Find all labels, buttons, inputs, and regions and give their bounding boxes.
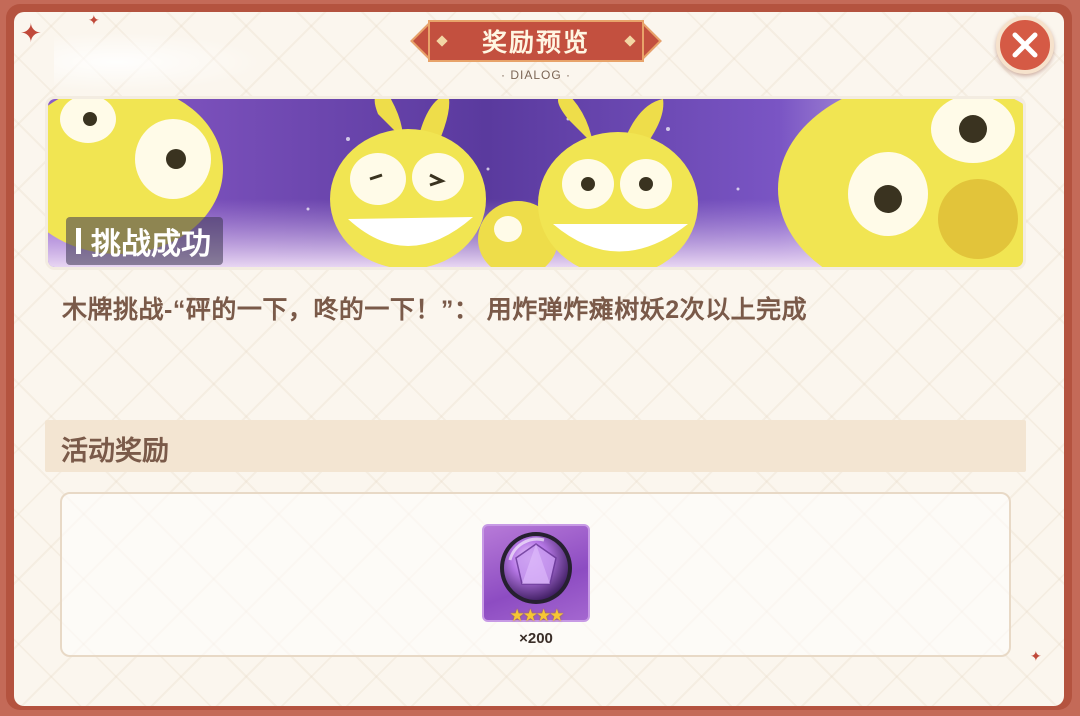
dialog-subtitle: · DIALOG · bbox=[500, 68, 571, 82]
maple-leaf-icon: ✦ bbox=[20, 18, 42, 48]
close-button[interactable] bbox=[996, 16, 1054, 74]
dialog-title: 奖励预览 bbox=[481, 29, 590, 57]
star-rating: ★★★★ bbox=[509, 606, 565, 625]
rewards-section-header: 活动奖励 bbox=[45, 420, 1026, 472]
rewards-section-title: 活动奖励 bbox=[61, 436, 169, 466]
challenge-success-text: 挑战成功 bbox=[91, 228, 211, 261]
ribbon-band: 奖励预览 bbox=[428, 20, 644, 62]
label-bar bbox=[76, 228, 81, 254]
challenge-success-label: 挑战成功 bbox=[66, 217, 223, 265]
maple-leaf-icon: ✦ bbox=[88, 12, 100, 28]
decorative-glow bbox=[54, 32, 264, 92]
maple-leaf-icon: ✦ bbox=[1030, 648, 1042, 664]
reward-quantity: ×200 bbox=[519, 630, 553, 647]
close-icon bbox=[1012, 32, 1038, 58]
challenge-banner: 挑战成功 bbox=[45, 96, 1026, 270]
dialog-title-ribbon: 奖励预览 bbox=[410, 20, 662, 62]
task-description: 木牌挑战-“砰的一下，咚的一下！”： 用炸弹炸瘫树妖2次以上完成 bbox=[62, 296, 808, 324]
